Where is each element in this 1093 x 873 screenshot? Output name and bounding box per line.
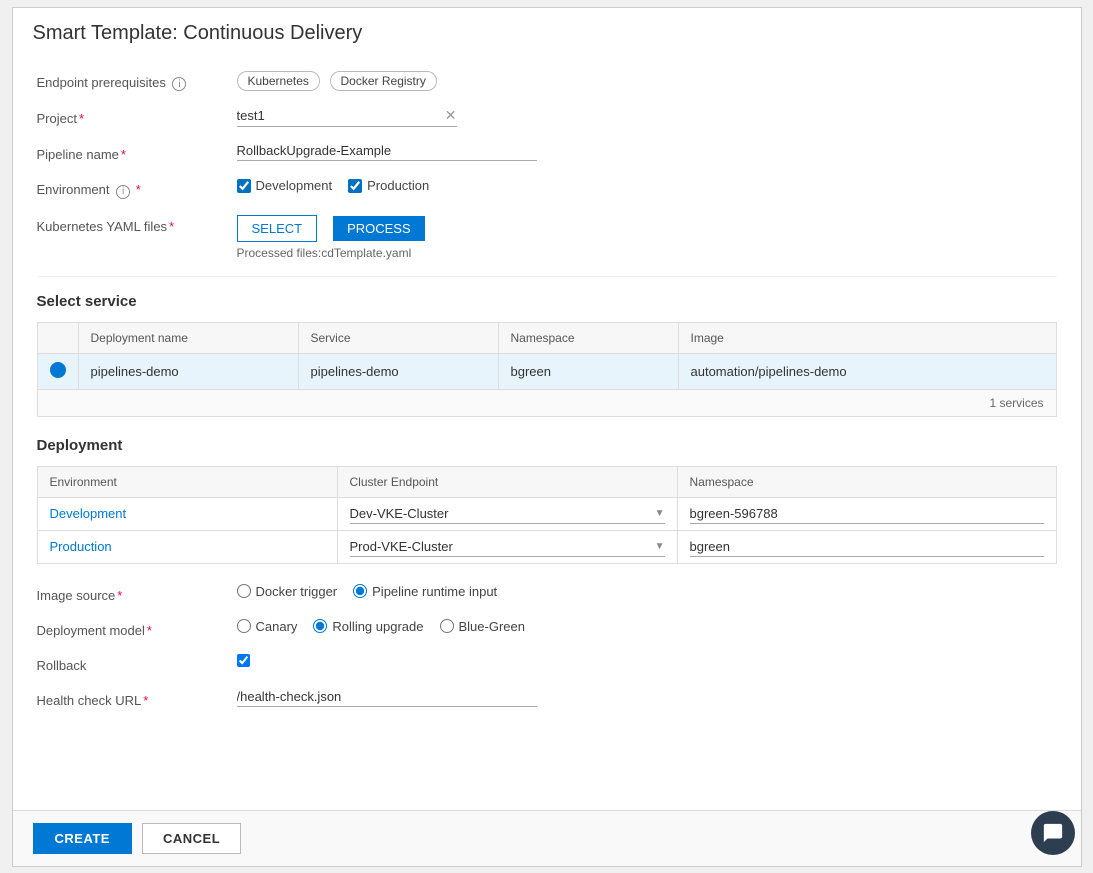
dep-env-development: Development bbox=[50, 506, 127, 521]
image-source-radio-group: Docker trigger Pipeline runtime input bbox=[237, 584, 1057, 599]
environment-checkboxes: Development Production bbox=[237, 178, 1057, 193]
image-source-label: Image source* bbox=[37, 584, 237, 603]
table-row: Development Dev-VKE-Cluster Prod-VKE-Clu… bbox=[37, 497, 1056, 530]
env-info-icon[interactable]: i bbox=[116, 185, 130, 199]
page-title: Smart Template: Continuous Delivery bbox=[33, 22, 1061, 45]
pipeline-name-input[interactable]: RollbackUpgrade-Example bbox=[237, 143, 537, 161]
pipeline-runtime-radio-item[interactable]: Pipeline runtime input bbox=[353, 584, 497, 599]
production-checkbox[interactable] bbox=[348, 179, 362, 193]
service-col-selector bbox=[37, 322, 78, 353]
rolling-upgrade-label: Rolling upgrade bbox=[332, 619, 423, 634]
docker-trigger-radio-item[interactable]: Docker trigger bbox=[237, 584, 338, 599]
k8s-yaml-label: Kubernetes YAML files* bbox=[37, 215, 237, 234]
row-selector bbox=[37, 353, 78, 389]
row-service: pipelines-demo bbox=[298, 353, 498, 389]
deployment-table: Environment Cluster Endpoint Namespace D… bbox=[37, 466, 1057, 564]
process-button[interactable]: PROCESS bbox=[333, 216, 425, 241]
endpoint-tags: Kubernetes Docker Registry bbox=[237, 71, 1057, 91]
docker-trigger-radio[interactable] bbox=[237, 584, 251, 598]
processed-files: Processed files:cdTemplate.yaml bbox=[237, 246, 1057, 260]
rollback-checkbox[interactable] bbox=[237, 654, 250, 667]
blue-green-radio-item[interactable]: Blue-Green bbox=[440, 619, 525, 634]
table-row: Production Prod-VKE-Cluster Dev-VKE-Clus… bbox=[37, 530, 1056, 563]
chat-icon bbox=[1042, 822, 1064, 844]
chevron-down-icon: ▼ bbox=[655, 541, 665, 552]
service-col-deployment: Deployment name bbox=[78, 322, 298, 353]
project-input[interactable]: test1 bbox=[237, 108, 441, 123]
dep-env-production: Production bbox=[50, 539, 112, 554]
health-check-label: Health check URL* bbox=[37, 689, 237, 708]
environment-label: Environment i * bbox=[37, 178, 237, 199]
chat-bubble-button[interactable] bbox=[1031, 811, 1075, 855]
service-col-service: Service bbox=[298, 322, 498, 353]
dep-col-ns: Namespace bbox=[677, 466, 1056, 497]
project-label: Project* bbox=[37, 107, 237, 126]
deployment-title: Deployment bbox=[37, 437, 1057, 454]
service-col-namespace: Namespace bbox=[498, 322, 678, 353]
select-service-title: Select service bbox=[37, 293, 1057, 310]
blue-green-radio[interactable] bbox=[440, 619, 454, 633]
row-image: automation/pipelines-demo bbox=[678, 353, 1056, 389]
canary-radio-item[interactable]: Canary bbox=[237, 619, 298, 634]
docker-registry-tag: Docker Registry bbox=[330, 71, 437, 91]
dev-cluster-select[interactable]: Dev-VKE-Cluster Prod-VKE-Cluster bbox=[350, 504, 655, 523]
prod-namespace-input[interactable]: bgreen bbox=[690, 537, 1044, 557]
chevron-down-icon: ▼ bbox=[655, 508, 665, 519]
pipeline-name-label: Pipeline name* bbox=[37, 143, 237, 162]
pipeline-runtime-radio[interactable] bbox=[353, 584, 367, 598]
dep-col-cluster: Cluster Endpoint bbox=[337, 466, 677, 497]
dep-col-env: Environment bbox=[37, 466, 337, 497]
kubernetes-tag: Kubernetes bbox=[237, 71, 320, 91]
canary-label: Canary bbox=[256, 619, 298, 634]
development-checkbox[interactable] bbox=[237, 179, 251, 193]
row-namespace: bgreen bbox=[498, 353, 678, 389]
canary-radio[interactable] bbox=[237, 619, 251, 633]
endpoint-prerequisites-label: Endpoint prerequisites i bbox=[37, 71, 237, 92]
rolling-upgrade-radio[interactable] bbox=[313, 619, 327, 633]
cancel-button[interactable]: CANCEL bbox=[142, 823, 241, 854]
prod-cluster-select[interactable]: Prod-VKE-Cluster Dev-VKE-Cluster bbox=[350, 537, 655, 556]
dev-namespace-input[interactable]: bgreen-596788 bbox=[690, 504, 1044, 524]
modal-footer: CREATE CANCEL bbox=[13, 810, 1081, 866]
clear-icon[interactable]: ✕ bbox=[445, 107, 457, 124]
service-table-footer: 1 services bbox=[37, 390, 1057, 417]
create-button[interactable]: CREATE bbox=[33, 823, 132, 854]
service-table: Deployment name Service Namespace Image … bbox=[37, 322, 1057, 390]
rolling-upgrade-radio-item[interactable]: Rolling upgrade bbox=[313, 619, 423, 634]
info-icon[interactable]: i bbox=[172, 77, 186, 91]
radio-dot-icon bbox=[50, 362, 66, 378]
service-col-image: Image bbox=[678, 322, 1056, 353]
blue-green-label: Blue-Green bbox=[459, 619, 525, 634]
table-row[interactable]: pipelines-demo pipelines-demo bgreen aut… bbox=[37, 353, 1056, 389]
pipeline-runtime-label: Pipeline runtime input bbox=[372, 584, 497, 599]
docker-trigger-label: Docker trigger bbox=[256, 584, 338, 599]
production-checkbox-item[interactable]: Production bbox=[348, 178, 429, 193]
deployment-model-label: Deployment model* bbox=[37, 619, 237, 638]
rollback-label: Rollback bbox=[37, 654, 237, 673]
development-checkbox-item[interactable]: Development bbox=[237, 178, 333, 193]
deployment-model-radio-group: Canary Rolling upgrade Blue-Green bbox=[237, 619, 1057, 634]
select-button[interactable]: SELECT bbox=[237, 215, 318, 242]
row-deployment-name: pipelines-demo bbox=[78, 353, 298, 389]
health-check-input[interactable]: /health-check.json bbox=[237, 689, 537, 707]
